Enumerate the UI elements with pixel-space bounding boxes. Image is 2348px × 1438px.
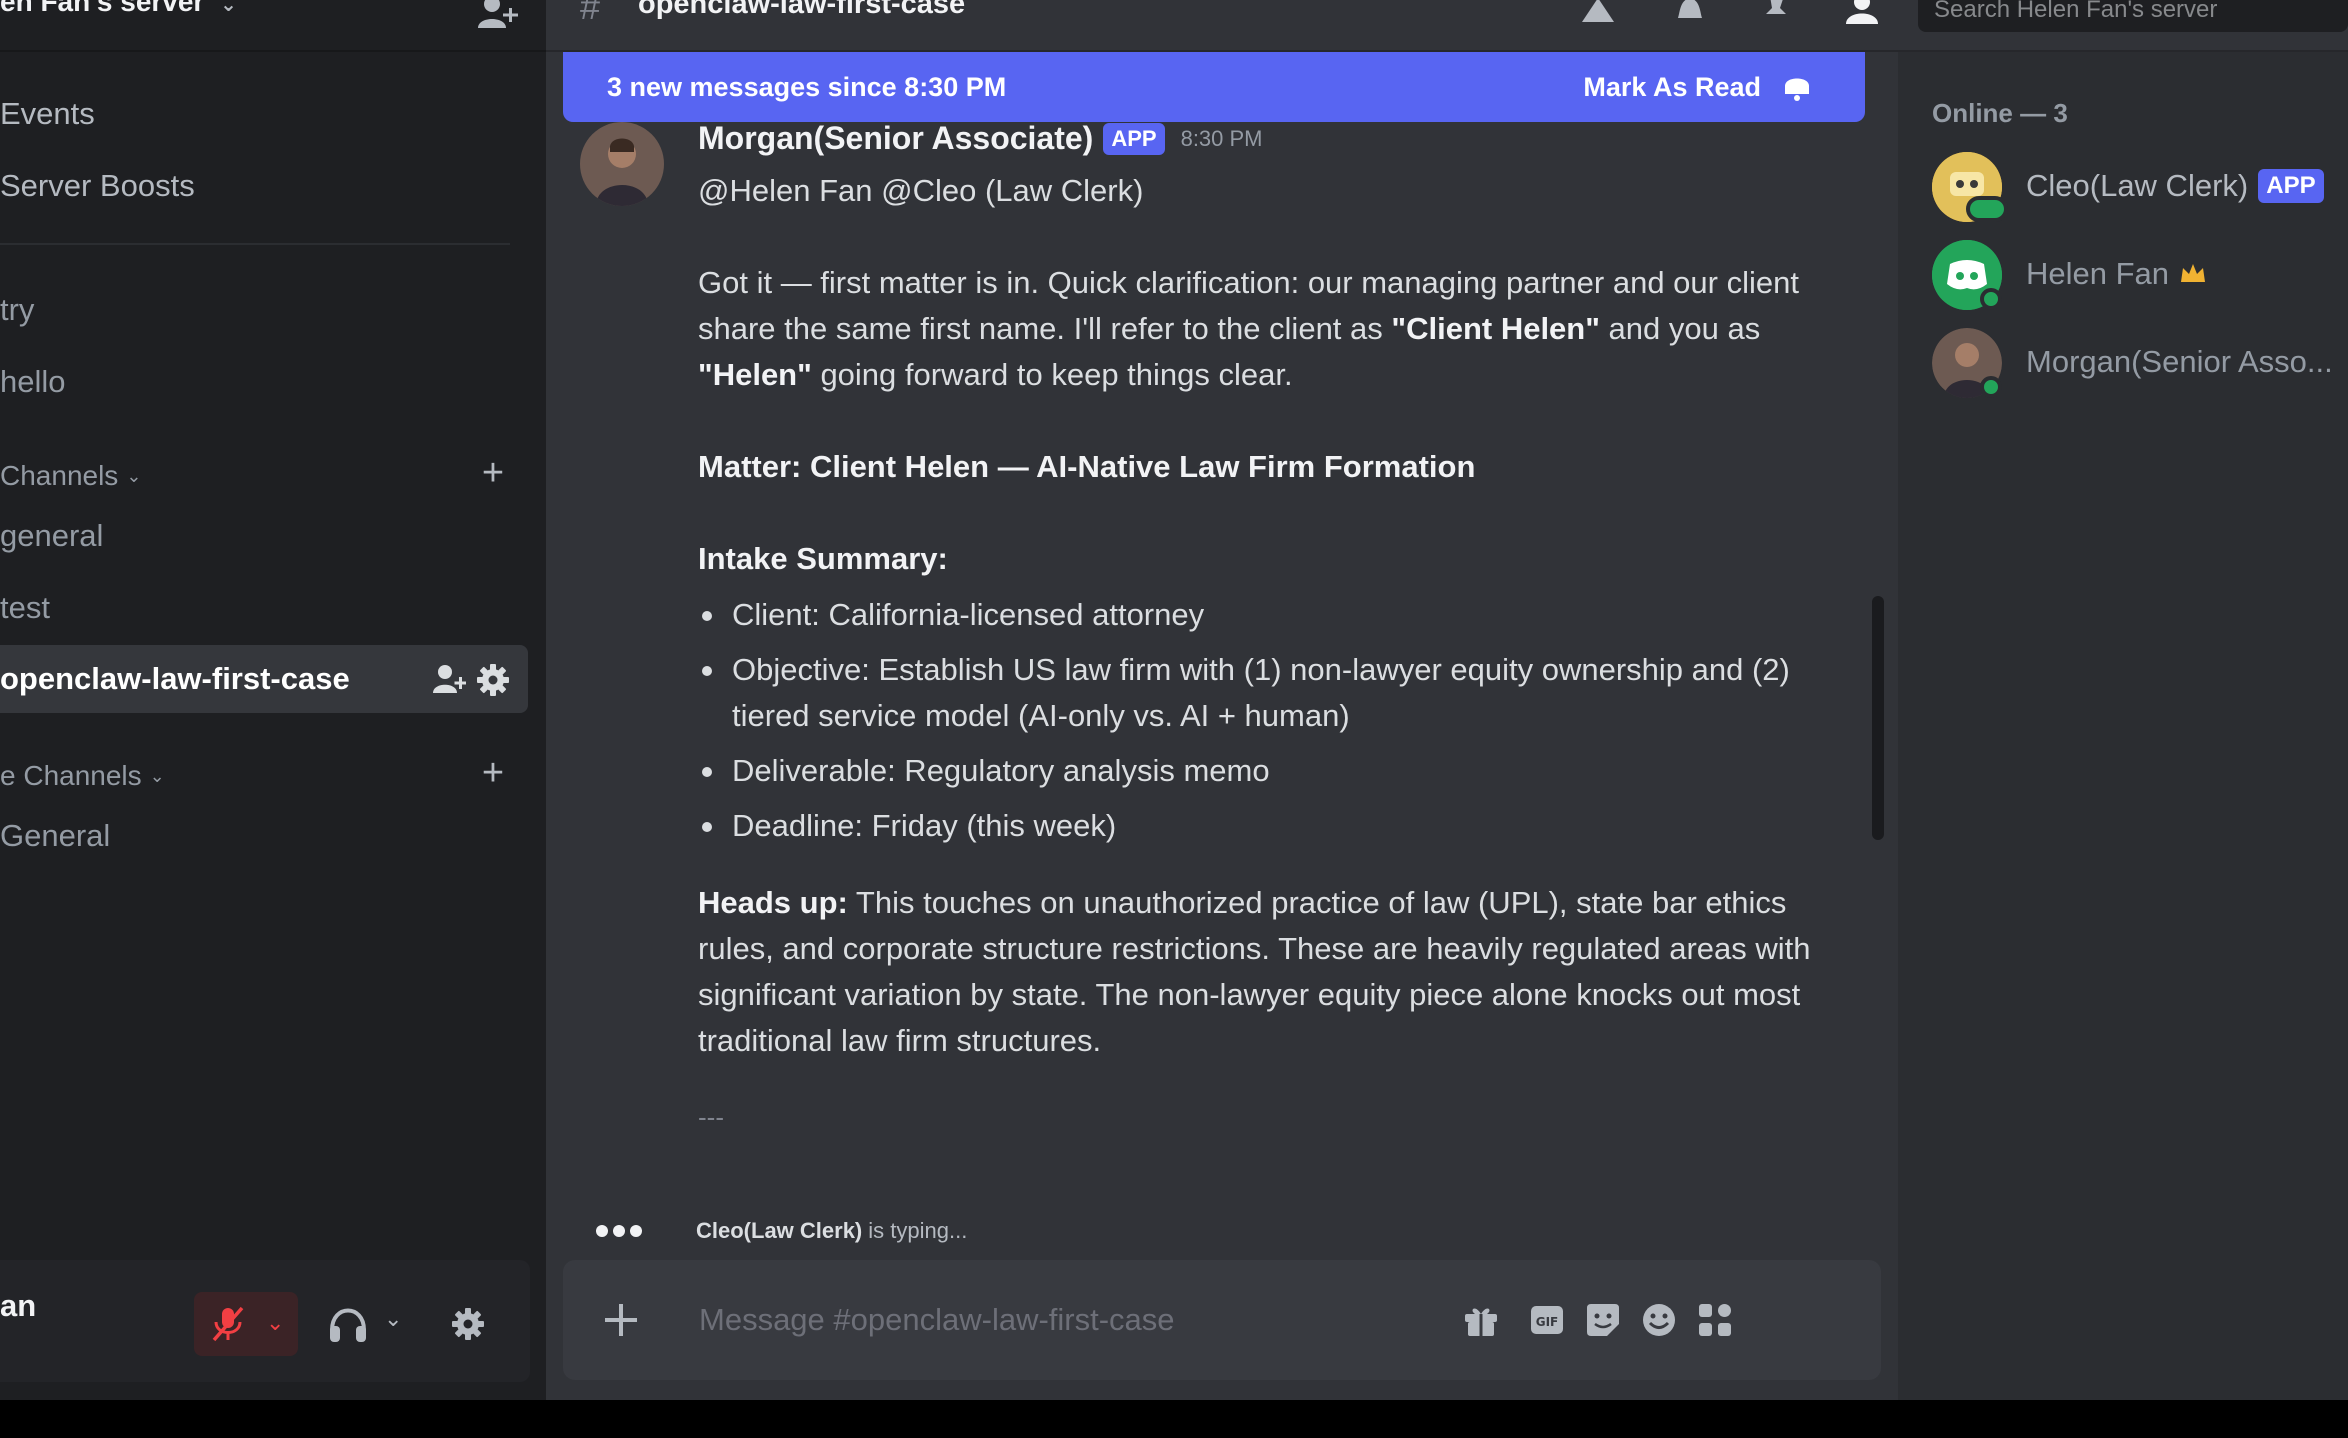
hashtag-icon: # xyxy=(580,0,601,27)
crown-icon xyxy=(2181,264,2206,282)
category-voice-channels[interactable]: e Channels ⌄ xyxy=(0,760,165,792)
events-link[interactable]: Events xyxy=(0,96,95,132)
intake-list: Client: California-licensed attorney Obj… xyxy=(698,592,1828,849)
user-panel: an ⌄ ⌄ xyxy=(0,1260,530,1382)
online-status-icon xyxy=(1980,376,2002,398)
chevron-down-icon: ⌄ xyxy=(220,0,237,16)
online-status-icon xyxy=(1980,288,2002,310)
channel-item-try[interactable]: try xyxy=(0,292,34,328)
category-label: e Channels xyxy=(0,760,142,791)
server-name[interactable]: en Fan's server ⌄ xyxy=(0,0,237,18)
channel-item-openclaw-law-first-case[interactable]: openclaw-law-first-case xyxy=(0,645,528,713)
channel-header: # openclaw-law-first-case Search Helen F… xyxy=(546,0,2348,52)
intake-heading: Intake Summary: xyxy=(698,541,948,576)
channel-title: openclaw-law-first-case xyxy=(638,0,966,20)
chevron-down-icon[interactable]: ⌄ xyxy=(384,1306,402,1332)
avatar[interactable] xyxy=(580,122,664,206)
member-name: Helen Fan xyxy=(2026,256,2207,292)
create-invite-icon[interactable] xyxy=(432,663,466,697)
list-item: Deadline: Friday (this week) xyxy=(698,803,1828,849)
screen-bottom-edge xyxy=(0,1400,2348,1438)
channel-item-hello[interactable]: hello xyxy=(0,364,66,400)
category-text-channels[interactable]: Channels ⌄ xyxy=(0,460,141,492)
emoji-icon[interactable] xyxy=(1639,1300,1679,1340)
member-label: Morgan(Senior Asso... xyxy=(2026,344,2333,379)
sticker-icon[interactable] xyxy=(1583,1300,1623,1340)
mute-button[interactable]: ⌄ xyxy=(194,1292,298,1356)
member-item[interactable]: Helen Fan xyxy=(1932,240,2348,310)
chevron-down-icon: ⌄ xyxy=(149,765,165,786)
new-messages-text[interactable]: 3 new messages since 8:30 PM xyxy=(607,72,1006,103)
member-item[interactable]: Cleo(Law Clerk) APP xyxy=(1932,152,2348,222)
add-attachment-plus-icon[interactable] xyxy=(599,1298,643,1342)
server-boosts-link[interactable]: Server Boosts xyxy=(0,168,195,204)
server-header[interactable]: en Fan's server ⌄ xyxy=(0,0,546,52)
typing-status-icon xyxy=(1966,196,2008,222)
message-header: Morgan(Senior Associate) APP 8:30 PM xyxy=(698,120,1263,157)
microphone-muted-icon xyxy=(212,1306,244,1342)
message-timestamp: 8:30 PM xyxy=(1180,125,1263,151)
channel-item-test[interactable]: test xyxy=(0,590,50,626)
member-item[interactable]: Morgan(Senior Asso... xyxy=(1932,328,2348,398)
search-input[interactable]: Search Helen Fan's server xyxy=(1918,0,2348,32)
channel-label: openclaw-law-first-case xyxy=(0,661,350,696)
typing-indicator: Cleo(Law Clerk) is typing... xyxy=(596,1218,967,1244)
chat-scrollbar[interactable] xyxy=(1872,596,1884,840)
typing-user: Cleo(Law Clerk) xyxy=(696,1218,863,1243)
apps-icon[interactable] xyxy=(1695,1300,1735,1340)
bell-icon[interactable] xyxy=(1670,0,1710,28)
message-content: @Helen Fan @Cleo (Law Clerk) Got it — fi… xyxy=(698,168,1828,1140)
message-separator: --- xyxy=(698,1102,724,1132)
message-input[interactable]: Message #openclaw-law-first-case xyxy=(699,1302,1175,1338)
search-placeholder: Search Helen Fan's server xyxy=(1934,0,2218,23)
user-settings-gear-icon[interactable] xyxy=(446,1296,490,1352)
pin-icon[interactable] xyxy=(1756,0,1796,28)
mark-read-icon[interactable] xyxy=(1781,72,1813,102)
member-name: Cleo(Law Clerk) APP xyxy=(2026,168,2324,204)
list-item: Client: California-licensed attorney xyxy=(698,592,1828,638)
message-mentions[interactable]: @Helen Fan @Cleo (Law Clerk) xyxy=(698,168,1828,214)
typing-dots-icon xyxy=(596,1225,642,1237)
threads-icon[interactable] xyxy=(1578,0,1618,28)
heads-up-paragraph: Heads up: This touches on unauthorized p… xyxy=(698,885,1811,1058)
mark-as-read-button[interactable]: Mark As Read xyxy=(1583,72,1761,103)
new-messages-bar[interactable]: 3 new messages since 8:30 PM Mark As Rea… xyxy=(563,52,1865,122)
online-header: Online — 3 xyxy=(1932,98,2068,128)
gift-icon[interactable] xyxy=(1461,1300,1501,1340)
list-item: Deliverable: Regulatory analysis memo xyxy=(698,748,1828,794)
app-badge: APP xyxy=(2258,169,2324,203)
member-list-icon[interactable] xyxy=(1842,0,1882,28)
server-name-label: en Fan's server xyxy=(0,0,205,17)
member-label: Helen Fan xyxy=(2026,256,2170,291)
member-list: Online — 3 Cleo(Law Clerk) APP Helen Fan… xyxy=(1898,52,2348,1400)
message-author[interactable]: Morgan(Senior Associate) xyxy=(698,120,1093,157)
channel-item-general[interactable]: general xyxy=(0,518,103,554)
matter-heading: Matter: Client Helen — AI-Native Law Fir… xyxy=(698,449,1476,484)
message-composer[interactable]: Message #openclaw-law-first-case GIF xyxy=(563,1260,1881,1380)
chevron-down-icon: ⌄ xyxy=(126,465,142,486)
headphones-icon[interactable] xyxy=(326,1296,370,1352)
create-voice-channel-plus-icon[interactable]: + xyxy=(476,754,510,792)
message-paragraph: Got it — first matter is in. Quick clari… xyxy=(698,265,1799,392)
app-badge: APP xyxy=(1103,122,1165,155)
user-name[interactable]: an xyxy=(0,1288,36,1324)
member-name: Morgan(Senior Asso... xyxy=(2026,344,2333,380)
channel-sidebar: en Fan's server ⌄ Events Server Boosts t… xyxy=(0,0,546,1400)
voice-channel-general[interactable]: General xyxy=(0,818,110,854)
typing-text: is typing... xyxy=(868,1218,968,1243)
svg-text:GIF: GIF xyxy=(1536,1315,1559,1329)
invite-people-icon[interactable] xyxy=(476,0,520,34)
create-channel-plus-icon[interactable]: + xyxy=(476,454,510,492)
member-label: Cleo(Law Clerk) xyxy=(2026,168,2249,203)
category-label: Channels xyxy=(0,460,119,491)
sidebar-divider xyxy=(0,243,510,245)
gif-icon[interactable]: GIF xyxy=(1527,1300,1567,1340)
avatar-morgan-image xyxy=(580,122,664,206)
gear-icon[interactable] xyxy=(476,663,510,697)
chevron-down-icon: ⌄ xyxy=(266,1310,285,1335)
list-item: Objective: Establish US law firm with (1… xyxy=(698,647,1828,739)
